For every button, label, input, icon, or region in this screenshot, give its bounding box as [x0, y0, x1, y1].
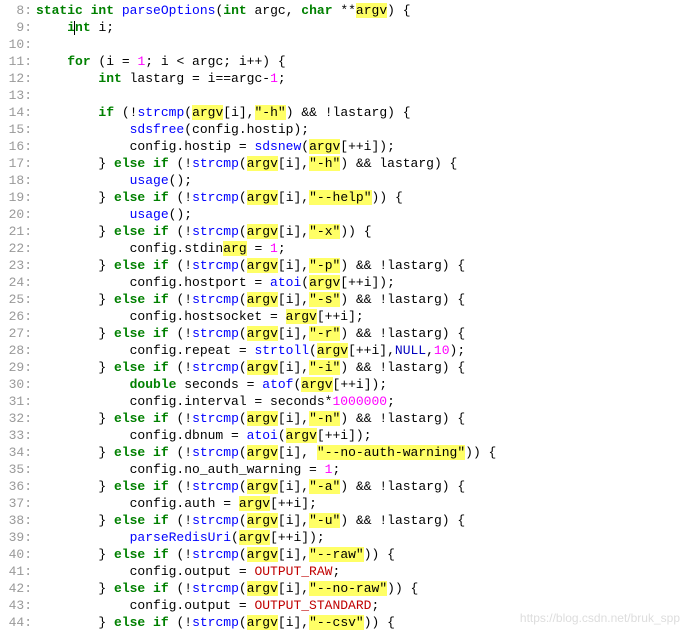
code-line[interactable]: } else if (!strcmp(argv[i],"-s") && !las…: [36, 291, 686, 308]
code-line[interactable]: } else if (!strcmp(argv[i],"--raw")) {: [36, 546, 686, 563]
line-number: 12:: [0, 70, 32, 87]
code-line[interactable]: } else if (!strcmp(argv[i],"-r") && !las…: [36, 325, 686, 342]
line-number: 23:: [0, 257, 32, 274]
code-line[interactable]: } else if (!strcmp(argv[i],"-n") && !las…: [36, 410, 686, 427]
code-line[interactable]: } else if (!strcmp(argv[i],"--help")) {: [36, 189, 686, 206]
line-number: 44:: [0, 614, 32, 631]
code-line[interactable]: } else if (!strcmp(argv[i],"-u") && !las…: [36, 512, 686, 529]
line-number-gutter: 8:9:10:11:12:13:14:15:16:17:18:19:20:21:…: [0, 2, 36, 631]
code-line[interactable]: usage();: [36, 206, 686, 223]
code-line[interactable]: int lastarg = i==argc-1;: [36, 70, 686, 87]
line-number: 39:: [0, 529, 32, 546]
line-number: 26:: [0, 308, 32, 325]
code-line[interactable]: config.auth = argv[++i];: [36, 495, 686, 512]
code-content[interactable]: static int parseOptions(int argc, char *…: [36, 2, 686, 631]
line-number: 11:: [0, 53, 32, 70]
line-number: 8:: [0, 2, 32, 19]
code-line[interactable]: } else if (!strcmp(argv[i],"-p") && !las…: [36, 257, 686, 274]
code-line[interactable]: config.stdinarg = 1;: [36, 240, 686, 257]
code-line[interactable]: } else if (!strcmp(argv[i],"-x")) {: [36, 223, 686, 240]
line-number: 9:: [0, 19, 32, 36]
line-number: 10:: [0, 36, 32, 53]
line-number: 43:: [0, 597, 32, 614]
line-number: 19:: [0, 189, 32, 206]
line-number: 30:: [0, 376, 32, 393]
line-number: 15:: [0, 121, 32, 138]
line-number: 40:: [0, 546, 32, 563]
line-number: 21:: [0, 223, 32, 240]
line-number: 35:: [0, 461, 32, 478]
code-editor: 8:9:10:11:12:13:14:15:16:17:18:19:20:21:…: [0, 0, 686, 631]
code-line[interactable]: } else if (!strcmp(argv[i],"--no-raw")) …: [36, 580, 686, 597]
line-number: 16:: [0, 138, 32, 155]
line-number: 33:: [0, 427, 32, 444]
line-number: 42:: [0, 580, 32, 597]
line-number: 41:: [0, 563, 32, 580]
line-number: 31:: [0, 393, 32, 410]
line-number: 37:: [0, 495, 32, 512]
line-number: 24:: [0, 274, 32, 291]
line-number: 20:: [0, 206, 32, 223]
code-line[interactable]: } else if (!strcmp(argv[i],"-a") && !las…: [36, 478, 686, 495]
code-line[interactable]: usage();: [36, 172, 686, 189]
line-number: 27:: [0, 325, 32, 342]
code-line[interactable]: config.hostip = sdsnew(argv[++i]);: [36, 138, 686, 155]
line-number: 28:: [0, 342, 32, 359]
code-line[interactable]: for (i = 1; i < argc; i++) {: [36, 53, 686, 70]
line-number: 29:: [0, 359, 32, 376]
code-line[interactable]: int i;: [36, 19, 686, 36]
code-line[interactable]: } else if (!strcmp(argv[i],"-i") && !las…: [36, 359, 686, 376]
code-line[interactable]: } else if (!strcmp(argv[i],"--csv")) {: [36, 614, 686, 631]
code-line[interactable]: config.output = OUTPUT_STANDARD;: [36, 597, 686, 614]
code-line[interactable]: config.interval = seconds*1000000;: [36, 393, 686, 410]
code-line[interactable]: static int parseOptions(int argc, char *…: [36, 2, 686, 19]
line-number: 38:: [0, 512, 32, 529]
code-line[interactable]: config.hostsocket = argv[++i];: [36, 308, 686, 325]
code-line[interactable]: } else if (!strcmp(argv[i],"-h") && last…: [36, 155, 686, 172]
line-number: 32:: [0, 410, 32, 427]
line-number: 14:: [0, 104, 32, 121]
code-line[interactable]: config.hostport = atoi(argv[++i]);: [36, 274, 686, 291]
code-line[interactable]: [36, 36, 686, 53]
line-number: 13:: [0, 87, 32, 104]
line-number: 17:: [0, 155, 32, 172]
code-line[interactable]: config.repeat = strtoll(argv[++i],NULL,1…: [36, 342, 686, 359]
code-line[interactable]: double seconds = atof(argv[++i]);: [36, 376, 686, 393]
code-line[interactable]: config.dbnum = atoi(argv[++i]);: [36, 427, 686, 444]
line-number: 22:: [0, 240, 32, 257]
line-number: 34:: [0, 444, 32, 461]
code-line[interactable]: parseRedisUri(argv[++i]);: [36, 529, 686, 546]
line-number: 18:: [0, 172, 32, 189]
line-number: 25:: [0, 291, 32, 308]
code-line[interactable]: config.output = OUTPUT_RAW;: [36, 563, 686, 580]
code-line[interactable]: } else if (!strcmp(argv[i], "--no-auth-w…: [36, 444, 686, 461]
code-line[interactable]: if (!strcmp(argv[i],"-h") && !lastarg) {: [36, 104, 686, 121]
code-line[interactable]: sdsfree(config.hostip);: [36, 121, 686, 138]
code-line[interactable]: [36, 87, 686, 104]
code-line[interactable]: config.no_auth_warning = 1;: [36, 461, 686, 478]
line-number: 36:: [0, 478, 32, 495]
